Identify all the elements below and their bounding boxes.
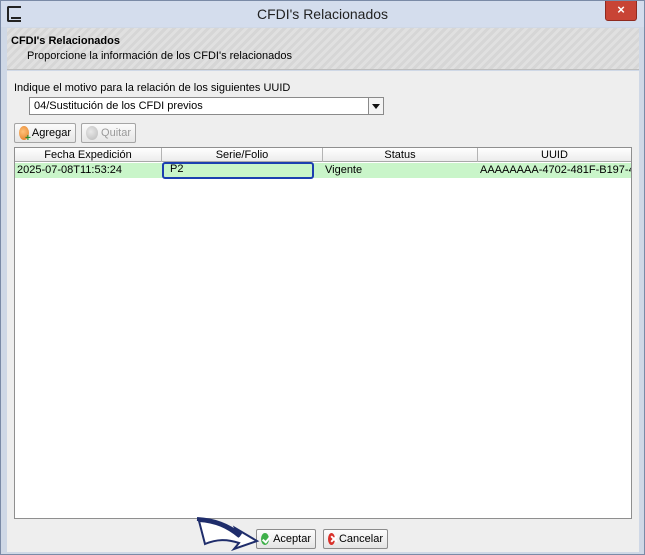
header-banner: CFDI's Relacionados Proporcione la infor…: [7, 28, 639, 70]
banner-subtitle: Proporcione la información de los CFDI's…: [27, 50, 293, 62]
column-header-fecha[interactable]: Fecha Expedición: [15, 148, 162, 162]
table-row[interactable]: 2025-07-08T11:53:24 P2 Vigente AAAAAAAA-…: [15, 162, 631, 179]
motivo-select-value: 04/Sustitución de los CFDI previos: [34, 100, 203, 112]
cell-serie-folio-editor[interactable]: P2: [162, 162, 314, 179]
column-header-status[interactable]: Status: [323, 148, 478, 162]
cell-uuid[interactable]: AAAAAAAA-4702-481F-B197-44...: [478, 163, 631, 178]
add-button-label: Agregar: [31, 127, 71, 139]
dialog-window: CFDI's Relacionados × CFDI's Relacionado…: [0, 0, 645, 555]
cancel-button-label: Cancelar: [338, 533, 383, 545]
remove-button-label: Quitar: [101, 127, 131, 139]
window-title: CFDI's Relacionados: [256, 6, 389, 22]
cell-status[interactable]: Vigente: [323, 163, 478, 178]
cancel-icon: [328, 533, 335, 545]
cancel-button[interactable]: Cancelar: [323, 529, 388, 549]
banner-title: CFDI's Relacionados: [11, 35, 120, 47]
cell-fecha[interactable]: 2025-07-08T11:53:24: [15, 163, 162, 178]
chevron-down-icon[interactable]: [368, 98, 383, 114]
table-header: Fecha Expedición Serie/Folio Status UUID: [15, 148, 631, 162]
add-icon: [19, 126, 31, 144]
related-cfdi-table[interactable]: Fecha Expedición Serie/Folio Status UUID…: [14, 147, 632, 519]
content-panel: Indique el motivo para la relación de lo…: [7, 71, 639, 552]
motivo-label: Indique el motivo para la relación de lo…: [14, 82, 291, 94]
add-button[interactable]: Agregar: [14, 123, 76, 144]
remove-button[interactable]: Quitar: [81, 123, 136, 143]
pointer-arrow-icon: [196, 517, 260, 552]
close-button[interactable]: ×: [605, 1, 637, 21]
accept-button-label: Aceptar: [273, 533, 311, 545]
title-bar[interactable]: CFDI's Relacionados ×: [1, 1, 644, 27]
remove-icon: [86, 126, 99, 140]
column-header-uuid[interactable]: UUID: [478, 148, 631, 162]
motivo-select[interactable]: 04/Sustitución de los CFDI previos: [29, 97, 384, 115]
column-header-serie-folio[interactable]: Serie/Folio: [162, 148, 323, 162]
